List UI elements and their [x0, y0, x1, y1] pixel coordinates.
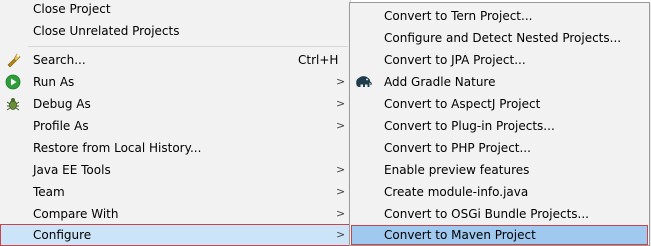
menu-item-label: Close Project: [33, 2, 111, 16]
submenu-arrow-icon: >: [336, 163, 346, 176]
menu-separator: [28, 46, 348, 47]
menu-item-label: Configure: [33, 228, 92, 242]
submenu-item-convert-php[interactable]: Convert to PHP Project...: [350, 137, 649, 159]
menu-item-label: Close Unrelated Projects: [33, 24, 180, 38]
menu-item-java-ee-tools[interactable]: Java EE Tools >: [0, 159, 350, 181]
menu-item-debug-as[interactable]: Debug As >: [0, 93, 350, 115]
menu-item-label: Convert to JPA Project...: [384, 53, 526, 67]
menu-item-label: Configure and Detect Nested Projects...: [384, 31, 622, 45]
submenu-item-convert-tern[interactable]: Convert to Tern Project...: [350, 5, 649, 27]
configure-submenu: Convert to Tern Project... Configure and…: [349, 2, 650, 246]
submenu-item-convert-osgi[interactable]: Convert to OSGi Bundle Projects...: [350, 203, 649, 225]
menu-item-compare-with[interactable]: Compare With >: [0, 203, 350, 225]
search-flashlight-icon: [5, 52, 21, 68]
submenu-item-convert-plugin[interactable]: Convert to Plug-in Projects...: [350, 115, 649, 137]
debug-bug-icon: [5, 96, 21, 112]
menu-item-label: Convert to PHP Project...: [384, 141, 531, 155]
menu-item-label: Run As: [33, 75, 75, 89]
gradle-elephant-icon: [354, 74, 372, 90]
submenu-item-convert-aspectj[interactable]: Convert to AspectJ Project: [350, 93, 649, 115]
submenu-item-add-gradle-nature[interactable]: Add Gradle Nature: [350, 71, 649, 93]
menu-item-label: Convert to AspectJ Project: [384, 97, 541, 111]
menu-item-label: Search...: [33, 53, 86, 67]
menu-item-profile-as[interactable]: Profile As >: [0, 115, 350, 137]
submenu-arrow-icon: >: [336, 207, 346, 220]
menu-item-label: Compare With: [33, 207, 119, 221]
menu-item-label: Add Gradle Nature: [384, 75, 496, 89]
menu-item-configure[interactable]: Configure >: [0, 224, 350, 246]
menu-item-label: Debug As: [33, 97, 91, 111]
submenu-item-enable-preview[interactable]: Enable preview features: [350, 159, 649, 181]
menu-item-label: Convert to Tern Project...: [384, 9, 533, 23]
menu-item-label: Java EE Tools: [33, 163, 111, 177]
menu-item-label: Create module-info.java: [384, 185, 529, 199]
menu-item-label: Enable preview features: [384, 163, 530, 177]
submenu-item-convert-jpa[interactable]: Convert to JPA Project...: [350, 49, 649, 71]
submenu-item-configure-nested[interactable]: Configure and Detect Nested Projects...: [350, 27, 649, 49]
menu-item-label: Convert to Plug-in Projects...: [384, 119, 555, 133]
menu-item-restore-local-history[interactable]: Restore from Local History...: [0, 137, 350, 159]
context-menu: Close Project Close Unrelated Projects S…: [0, 0, 351, 246]
menu-item-close-unrelated-projects[interactable]: Close Unrelated Projects: [0, 20, 350, 42]
menu-item-close-project[interactable]: Close Project: [0, 0, 350, 20]
menu-item-label: Convert to OSGi Bundle Projects...: [384, 207, 589, 221]
menu-item-label: Profile As: [33, 119, 89, 133]
submenu-arrow-icon: >: [336, 185, 346, 198]
submenu-arrow-icon: >: [336, 75, 346, 88]
submenu-arrow-icon: >: [336, 119, 346, 132]
menu-item-search[interactable]: Search... Ctrl+H: [0, 49, 350, 71]
menu-item-team[interactable]: Team >: [0, 181, 350, 203]
submenu-item-convert-maven[interactable]: Convert to Maven Project: [351, 225, 648, 245]
menu-item-label: Restore from Local History...: [33, 141, 202, 155]
submenu-arrow-icon: >: [336, 97, 346, 110]
menu-item-shortcut: Ctrl+H: [298, 53, 339, 67]
submenu-item-create-module-info[interactable]: Create module-info.java: [350, 181, 649, 203]
menu-item-label: Convert to Maven Project: [384, 228, 536, 242]
menu-item-run-as[interactable]: Run As >: [0, 71, 350, 93]
submenu-arrow-icon: >: [336, 228, 346, 241]
menu-item-label: Team: [33, 185, 65, 199]
run-icon: [5, 74, 21, 90]
